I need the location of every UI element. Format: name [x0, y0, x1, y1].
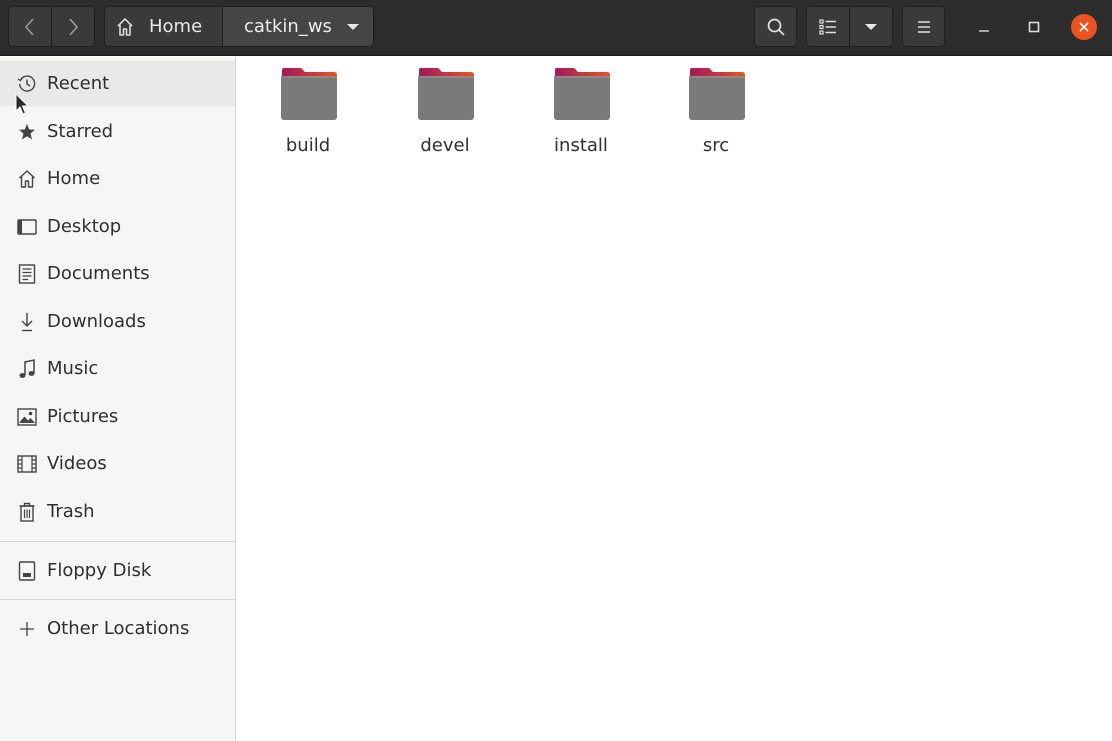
sidebar-separator	[0, 541, 235, 542]
sidebar-item-other-locations[interactable]: Other Locations	[0, 606, 235, 651]
folder-name: build	[285, 135, 331, 156]
list-view-button[interactable]	[806, 6, 850, 47]
chevron-left-icon	[24, 17, 34, 36]
sidebar: Recent Starred Home Desktop Documents Do…	[0, 57, 236, 741]
file-view: build devel install src	[237, 57, 1112, 741]
sidebar-item-label: Pictures	[47, 406, 119, 427]
folder-item[interactable]: install	[521, 67, 641, 156]
sidebar-item-label: Documents	[47, 263, 150, 284]
picture-icon	[17, 407, 37, 427]
folder-icon	[554, 68, 610, 120]
folder-item[interactable]: devel	[385, 67, 505, 156]
sidebar-item-pictures[interactable]: Pictures	[0, 394, 235, 439]
sidebar-item-recent[interactable]: Recent	[0, 61, 235, 106]
breadcrumb-home[interactable]: Home	[104, 6, 223, 47]
sidebar-item-label: Starred	[47, 121, 114, 142]
sidebar-item-videos[interactable]: Videos	[0, 441, 235, 486]
caret-down-icon[interactable]	[346, 23, 360, 31]
search-icon	[767, 18, 785, 36]
document-icon	[17, 264, 37, 284]
minimize-button[interactable]	[971, 14, 997, 40]
desktop-icon	[17, 217, 37, 237]
sidebar-item-label: Other Locations	[47, 618, 190, 639]
sidebar-item-documents[interactable]: Documents	[0, 251, 235, 296]
sidebar-item-label: Music	[47, 358, 99, 379]
sidebar-item-trash[interactable]: Trash	[0, 489, 235, 534]
folder-name: src	[702, 135, 730, 156]
mouse-pointer-icon	[15, 93, 30, 115]
folder-icon	[689, 68, 745, 120]
sidebar-item-label: Recent	[47, 73, 110, 94]
forward-button[interactable]	[51, 6, 95, 47]
sidebar-item-label: Floppy Disk	[47, 560, 152, 581]
sidebar-item-label: Desktop	[47, 216, 122, 237]
sidebar-item-downloads[interactable]: Downloads	[0, 299, 235, 344]
clock-icon	[17, 74, 37, 94]
back-button[interactable]	[8, 6, 52, 47]
floppy-disk-icon	[17, 561, 37, 581]
list-view-icon	[819, 18, 836, 35]
search-button[interactable]	[754, 6, 797, 47]
view-options-button[interactable]	[849, 6, 893, 47]
download-icon	[17, 312, 37, 332]
caret-down-icon	[865, 23, 877, 30]
sidebar-item-label: Downloads	[47, 311, 146, 332]
folder-icon	[281, 68, 337, 120]
maximize-button[interactable]	[1021, 14, 1047, 40]
sidebar-item-label: Home	[47, 168, 101, 189]
video-icon	[17, 454, 37, 474]
breadcrumb-current[interactable]: catkin_ws	[222, 6, 374, 47]
breadcrumb-current-label: catkin_ws	[244, 16, 332, 37]
plus-icon	[17, 619, 37, 639]
header-bar: Home catkin_ws	[0, 0, 1112, 56]
folder-item[interactable]: src	[656, 67, 776, 156]
folder-icon	[418, 68, 474, 120]
path-bar: Home catkin_ws	[104, 6, 374, 47]
minimize-icon	[979, 30, 989, 32]
sidebar-item-starred[interactable]: Starred	[0, 109, 235, 154]
home-icon	[17, 169, 37, 189]
folder-name: install	[554, 135, 608, 156]
sidebar-item-label: Videos	[47, 453, 107, 474]
main-menu-button[interactable]	[902, 6, 945, 47]
folder-name: devel	[420, 135, 470, 156]
close-icon	[1079, 22, 1089, 32]
trash-icon	[17, 502, 37, 522]
sidebar-separator	[0, 599, 235, 600]
breadcrumb-home-label: Home	[149, 16, 203, 37]
music-icon	[17, 359, 37, 379]
chevron-right-icon	[69, 17, 79, 36]
close-button[interactable]	[1071, 14, 1097, 40]
maximize-icon	[1028, 21, 1040, 33]
folder-item[interactable]: build	[248, 67, 368, 156]
hamburger-menu-icon	[917, 20, 930, 33]
star-icon	[17, 122, 37, 142]
sidebar-item-label: Trash	[47, 501, 95, 522]
sidebar-item-desktop[interactable]: Desktop	[0, 204, 235, 249]
navigation-buttons	[8, 6, 95, 47]
sidebar-item-music[interactable]: Music	[0, 346, 235, 391]
sidebar-item-floppy-disk[interactable]: Floppy Disk	[0, 548, 235, 593]
view-buttons	[806, 6, 893, 47]
sidebar-item-home[interactable]: Home	[0, 156, 235, 201]
home-icon	[117, 17, 133, 36]
